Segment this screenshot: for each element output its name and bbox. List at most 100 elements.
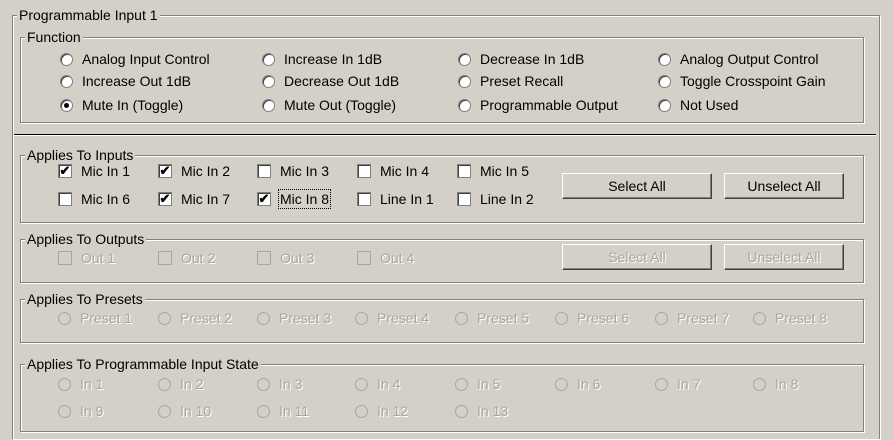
state-radio[interactable]: In 5 (455, 375, 500, 393)
radio-icon (58, 311, 71, 325)
preset-radio[interactable]: Preset 7 (655, 309, 729, 327)
input-checkbox[interactable]: ✔ Mic In 7 (158, 190, 230, 208)
checkbox-icon (257, 251, 271, 265)
radio-icon (355, 311, 368, 325)
inputs-select-all-button[interactable]: Select All (562, 173, 712, 199)
state-radio-label: In 8 (775, 376, 799, 392)
output-checkbox[interactable]: Out 4 (357, 249, 414, 267)
state-radio[interactable]: In 12 (355, 402, 408, 420)
input-checkbox[interactable]: ✔ Mic In 1 (58, 162, 130, 180)
function-option-label: Mute Out (Toggle) (284, 97, 397, 113)
state-radio[interactable]: In 7 (655, 375, 700, 393)
outputs-unselect-all-button[interactable]: Unselect All (724, 244, 844, 270)
input-checkbox[interactable]: ✔ Mic In 2 (158, 162, 230, 180)
function-option[interactable]: Decrease Out 1dB (262, 72, 399, 90)
radio-icon (753, 377, 766, 391)
radio-icon (257, 404, 270, 418)
preset-radio[interactable]: Preset 2 (158, 309, 232, 327)
state-radio[interactable]: In 1 (58, 375, 103, 393)
preset-radio-label: Preset 6 (577, 310, 630, 326)
preset-radio[interactable]: Preset 1 (58, 309, 132, 327)
function-option-label: Decrease Out 1dB (284, 73, 400, 89)
input-checkbox-label: Mic In 4 (380, 163, 430, 179)
preset-radio-label: Preset 4 (377, 310, 430, 326)
radio-icon (262, 52, 275, 66)
function-option[interactable]: Increase Out 1dB (60, 72, 191, 90)
state-radio-label: In 9 (80, 403, 104, 419)
checkbox-icon (158, 251, 172, 265)
function-option-label: Not Used (680, 97, 739, 113)
inputs-unselect-all-button[interactable]: Unselect All (724, 173, 844, 199)
input-checkbox[interactable]: Mic In 6 (58, 190, 130, 208)
checkbox-icon (357, 164, 371, 178)
state-radio-label: In 3 (279, 376, 303, 392)
output-checkbox[interactable]: Out 1 (58, 249, 115, 267)
outputs-select-all-button[interactable]: Select All (562, 244, 712, 270)
function-option-label: Analog Input Control (82, 51, 210, 67)
output-checkbox[interactable]: Out 3 (257, 249, 314, 267)
input-checkbox[interactable]: Mic In 4 (357, 162, 429, 180)
function-option[interactable]: Decrease In 1dB (458, 50, 584, 68)
checkbox-icon (457, 192, 471, 206)
function-title: Function (25, 29, 83, 45)
radio-icon (60, 74, 73, 88)
preset-radio[interactable]: Preset 5 (455, 309, 529, 327)
function-option[interactable]: Mute In (Toggle) (60, 96, 183, 114)
radio-icon (257, 311, 270, 325)
function-option-label: Analog Output Control (680, 51, 819, 67)
radio-icon (158, 311, 171, 325)
function-option[interactable]: Not Used (658, 96, 738, 114)
radio-icon (262, 74, 275, 88)
function-option[interactable]: Toggle Crosspoint Gain (658, 72, 826, 90)
output-checkbox[interactable]: Out 2 (158, 249, 215, 267)
function-option[interactable]: Mute Out (Toggle) (262, 96, 396, 114)
presets-title: Applies To Presets (25, 291, 145, 307)
checkbox-icon (58, 251, 72, 265)
input-checkbox[interactable]: Line In 1 (357, 190, 434, 208)
checkbox-icon: ✔ (158, 191, 172, 206)
input-checkbox-label: Mic In 2 (181, 163, 231, 179)
state-radio[interactable]: In 6 (555, 375, 600, 393)
radio-icon (658, 98, 671, 112)
state-radio[interactable]: In 10 (158, 402, 211, 420)
input-checkbox[interactable]: Line In 2 (457, 190, 534, 208)
function-option[interactable]: Programmable Output (458, 96, 618, 114)
state-radio-label: In 4 (377, 376, 401, 392)
preset-radio[interactable]: Preset 3 (257, 309, 331, 327)
function-option-label: Mute In (Toggle) (82, 97, 184, 113)
state-radio[interactable]: In 9 (58, 402, 103, 420)
state-radio-label: In 13 (477, 403, 509, 419)
state-radio-label: In 10 (180, 403, 212, 419)
radio-icon (455, 311, 468, 325)
state-radio-label: In 7 (677, 376, 701, 392)
function-option[interactable]: Preset Recall (458, 72, 563, 90)
radio-icon (658, 74, 671, 88)
radio-icon (58, 377, 71, 391)
radio-icon (60, 52, 73, 66)
radio-icon (262, 98, 275, 112)
preset-radio[interactable]: Preset 8 (753, 309, 827, 327)
input-checkbox[interactable]: Mic In 5 (457, 162, 529, 180)
input-checkbox[interactable]: Mic In 3 (257, 162, 329, 180)
function-option[interactable]: Analog Output Control (658, 50, 819, 68)
function-option[interactable]: Analog Input Control (60, 50, 210, 68)
state-radio[interactable]: In 3 (257, 375, 302, 393)
radio-icon (555, 377, 568, 391)
state-radio[interactable]: In 4 (355, 375, 400, 393)
function-option-label: Preset Recall (480, 73, 564, 89)
radio-icon (158, 404, 171, 418)
state-radio[interactable]: In 13 (455, 402, 508, 420)
checkbox-icon (357, 251, 371, 265)
preset-radio-label: Preset 3 (279, 310, 332, 326)
preset-radio[interactable]: Preset 6 (555, 309, 629, 327)
state-radio[interactable]: In 8 (753, 375, 798, 393)
input-checkbox[interactable]: ✔ Mic In 8 (257, 189, 332, 209)
function-option[interactable]: Increase In 1dB (262, 50, 382, 68)
state-radio[interactable]: In 11 (257, 402, 309, 420)
preset-radio[interactable]: Preset 4 (355, 309, 429, 327)
radio-icon (60, 98, 73, 112)
radio-icon (655, 377, 668, 391)
state-radio[interactable]: In 2 (158, 375, 203, 393)
outputs-title: Applies To Outputs (25, 231, 147, 247)
radio-icon (658, 52, 671, 66)
